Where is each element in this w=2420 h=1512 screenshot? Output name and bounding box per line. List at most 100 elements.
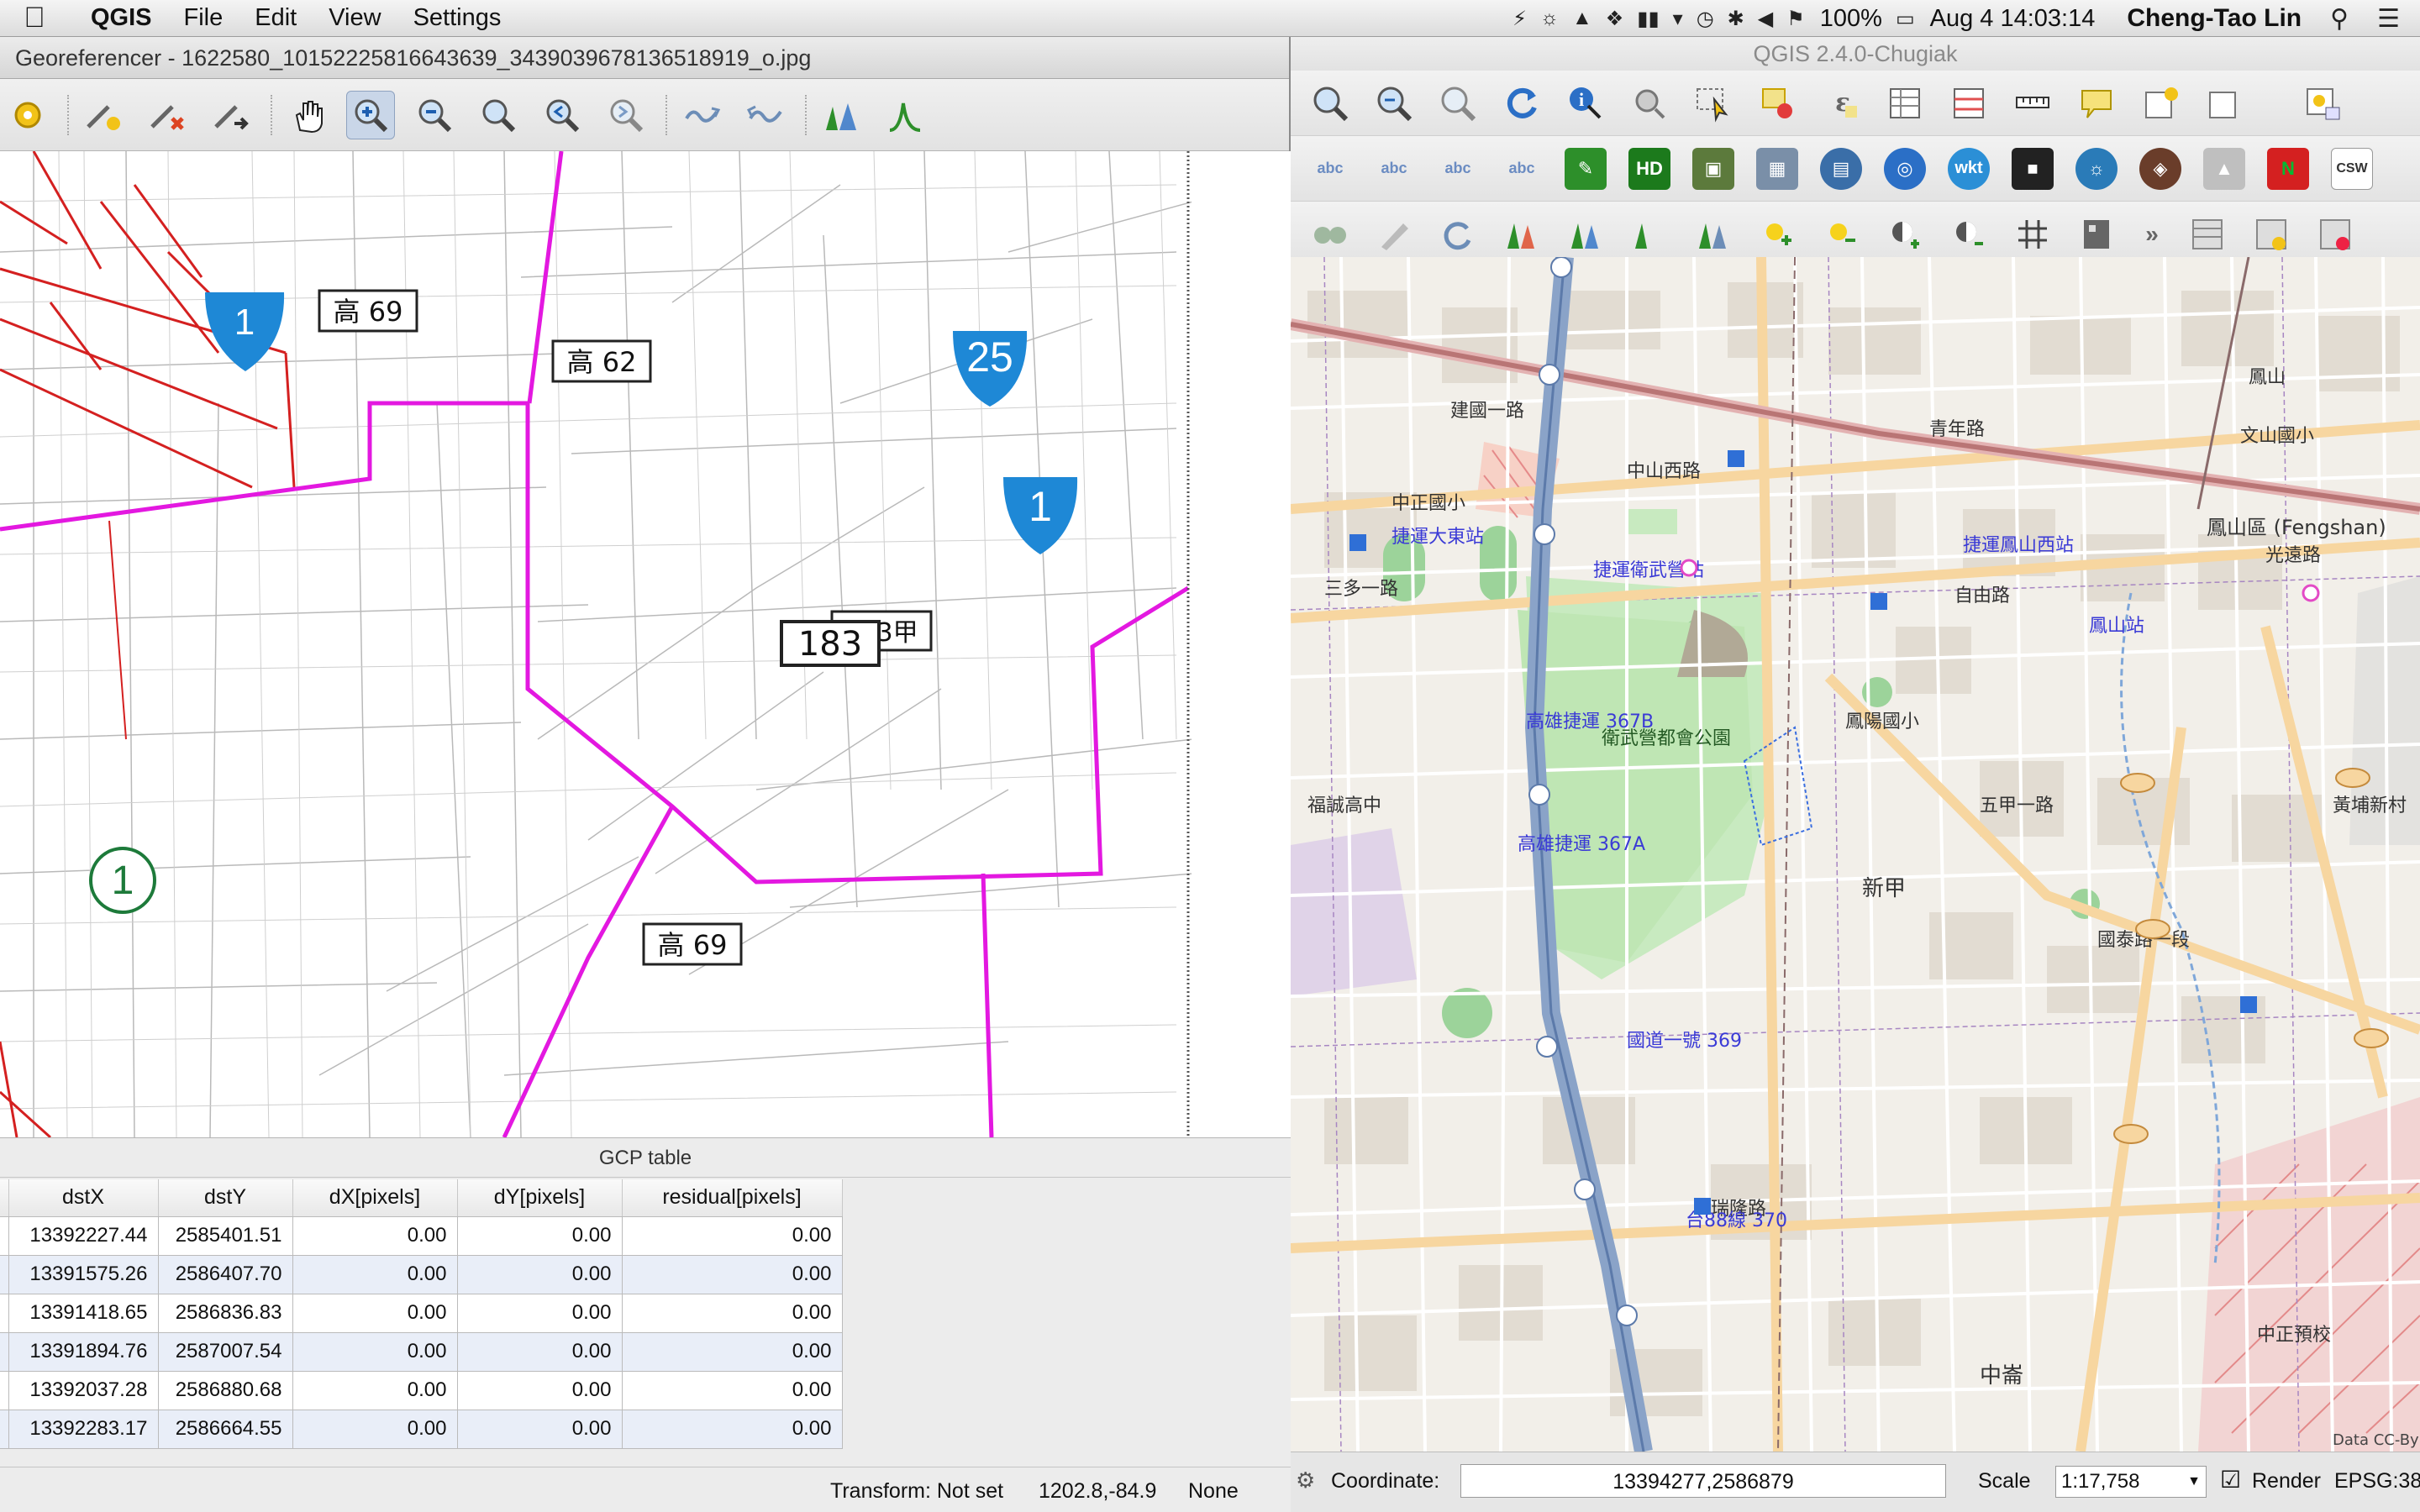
capture-icon[interactable]: ■ (2012, 147, 2054, 190)
gcp-col-dsty[interactable]: dstY (158, 1179, 293, 1217)
terrain-icon[interactable]: ▲ (2203, 147, 2245, 190)
expression-select-icon[interactable]: ε (1820, 82, 1862, 124)
plugin-icon[interactable]: ☼ (2075, 147, 2118, 190)
table-cell[interactable]: 13392227.44 (8, 1216, 159, 1256)
text-annotation-icon[interactable] (2301, 82, 2343, 124)
layer-add-icon[interactable] (2186, 213, 2228, 255)
zoom-selection-icon[interactable] (1373, 82, 1415, 124)
delete-point-icon[interactable] (143, 91, 192, 139)
zoom-full-icon[interactable] (1309, 82, 1351, 124)
table-cell[interactable]: 0.00 (457, 1332, 623, 1372)
table-cell[interactable]: 2585401.51 (158, 1216, 293, 1256)
notification-center-icon[interactable]: ☰ (2377, 4, 2400, 34)
table-cell[interactable]: 13392283.17 (8, 1410, 159, 1449)
menu-settings[interactable]: Settings (413, 4, 502, 32)
table-cell[interactable]: 0.00 (292, 1216, 458, 1256)
table-cell[interactable]: 0.00 (622, 1216, 843, 1256)
table-cell[interactable]: 0.00 (457, 1371, 623, 1410)
brightness-down-icon[interactable] (1820, 213, 1862, 255)
pan-icon[interactable] (282, 91, 331, 139)
attribute-table-icon[interactable] (1884, 82, 1926, 124)
table-cell[interactable]: 0.00 (622, 1332, 843, 1372)
map-tips-icon[interactable] (2075, 82, 2118, 124)
database-icon[interactable]: ▤ (1820, 147, 1862, 190)
time-machine-icon[interactable]: ◷ (1697, 7, 1714, 31)
clock[interactable]: Aug 4 14:03:14 (1930, 5, 2096, 33)
map-composer-icon[interactable]: ✎ (1565, 147, 1607, 190)
histogram-local-icon[interactable] (1628, 213, 1670, 255)
zoom-layer-icon[interactable] (474, 91, 523, 139)
layer-new-icon[interactable] (2250, 213, 2292, 255)
table-cell[interactable]: 0.00 (292, 1294, 458, 1333)
user-name[interactable]: Cheng-Tao Lin (2127, 4, 2302, 33)
brightness-up-icon[interactable] (1756, 213, 1798, 255)
headphones-icon[interactable]: ☼ (1540, 7, 1559, 30)
georeferencer-canvas[interactable]: 高 69 高 62 183甲 183 高 69 1 25 1 1 (0, 151, 1291, 1137)
north-arrow-icon[interactable]: N (2267, 147, 2309, 190)
show-bookmarks-icon[interactable] (2203, 82, 2245, 124)
menu-edit[interactable]: Edit (255, 4, 297, 32)
bluetooth-icon[interactable]: ✱ (1728, 7, 1744, 31)
select-features-icon[interactable] (1692, 82, 1734, 124)
menu-file[interactable]: File (184, 4, 224, 32)
volume-icon[interactable]: ◀ (1758, 7, 1773, 31)
table-row[interactable]: 13392037.28 2586880.68 0.00 0.00 0.00 (0, 1371, 843, 1410)
toggle-editing-icon[interactable] (1373, 213, 1415, 255)
table-cell[interactable]: 0.00 (622, 1294, 843, 1333)
local-histogram-icon[interactable] (881, 91, 929, 139)
zoom-next-icon[interactable] (602, 91, 650, 139)
wkt-icon[interactable]: wkt (1948, 147, 1990, 190)
measure-icon[interactable] (2012, 82, 2054, 124)
edits-icon[interactable] (1309, 213, 1351, 255)
refresh-icon[interactable] (1501, 82, 1543, 124)
field-calculator-icon[interactable] (1948, 82, 1990, 124)
table-cell[interactable]: 13391418.65 (8, 1294, 159, 1333)
gcp-col-dy[interactable]: dY[pixels] (457, 1179, 623, 1217)
table-cell[interactable]: 0.00 (457, 1410, 623, 1449)
globe-icon[interactable]: ◎ (1884, 147, 1926, 190)
spotlight-icon[interactable]: ⚲ (2330, 4, 2349, 34)
contrast-down-icon[interactable] (1948, 213, 1990, 255)
grass-icon[interactable]: ◈ (2139, 147, 2181, 190)
network-icon[interactable]: ▦ (1756, 147, 1798, 190)
table-cell[interactable]: 0.00 (457, 1216, 623, 1256)
histogram-stretch-icon[interactable] (1565, 213, 1607, 255)
table-cell[interactable]: 13391575.26 (8, 1255, 159, 1294)
flag-icon[interactable]: ⚑ (1786, 7, 1805, 31)
drive-icon[interactable]: ▲ (1572, 7, 1592, 30)
table-cell[interactable]: 0.00 (292, 1371, 458, 1410)
table-cell[interactable]: 0.00 (292, 1332, 458, 1372)
toolbar-more-icon[interactable]: » (2139, 213, 2165, 255)
table-row[interactable]: 13391418.65 2586836.83 0.00 0.00 0.00 (0, 1294, 843, 1333)
memory-icon[interactable]: ▮▮ (1637, 7, 1659, 31)
table-cell[interactable]: 2586880.68 (158, 1371, 293, 1410)
zoom-out-icon[interactable] (410, 91, 459, 139)
table-cell[interactable]: 2586664.55 (158, 1410, 293, 1449)
layer-remove-icon[interactable] (2314, 213, 2356, 255)
settings-icon[interactable] (3, 91, 52, 139)
battery-percent[interactable]: 100% (1820, 5, 1882, 33)
coordinate-field[interactable]: 13394277,2586879 (1460, 1464, 1946, 1498)
qgis-map-canvas[interactable]: 鳳山區 (Fengshan) 衛武營都會公園 中山西路 建國一路 自由路 光遠路… (1291, 257, 2420, 1452)
hd-icon[interactable]: HD (1628, 147, 1670, 190)
zoom-last-icon[interactable] (538, 91, 587, 139)
gcp-table[interactable]: dstX dstY dX[pixels] dY[pixels] residual… (0, 1179, 843, 1449)
grid-icon[interactable] (2012, 213, 2054, 255)
action-icon[interactable] (1628, 82, 1670, 124)
link-geo-icon[interactable] (677, 91, 726, 139)
dropbox-icon[interactable]: ❖ (1606, 7, 1624, 31)
scale-select[interactable]: 1:17,758 ▼ (2055, 1466, 2207, 1498)
table-cell[interactable]: 2586407.70 (158, 1255, 293, 1294)
table-row[interactable]: 13392283.17 2586664.55 0.00 0.00 0.00 (0, 1410, 843, 1449)
app-menu[interactable]: QGIS (91, 4, 152, 32)
gcp-col-residual[interactable]: residual[pixels] (622, 1179, 843, 1217)
add-point-icon[interactable] (79, 91, 128, 139)
highlight-label-icon[interactable]: abc (1437, 148, 1479, 190)
table-row[interactable]: 13391575.26 2586407.70 0.00 0.00 0.00 (0, 1255, 843, 1294)
zoom-in-icon[interactable] (346, 90, 395, 139)
table-cell[interactable]: 0.00 (292, 1410, 458, 1449)
crs-button[interactable]: EPSG:3857 (2334, 1469, 2420, 1494)
redo-icon[interactable] (1437, 213, 1479, 255)
battery-icon[interactable]: ▭ (1896, 7, 1915, 31)
table-cell[interactable]: 13391894.76 (8, 1332, 159, 1372)
